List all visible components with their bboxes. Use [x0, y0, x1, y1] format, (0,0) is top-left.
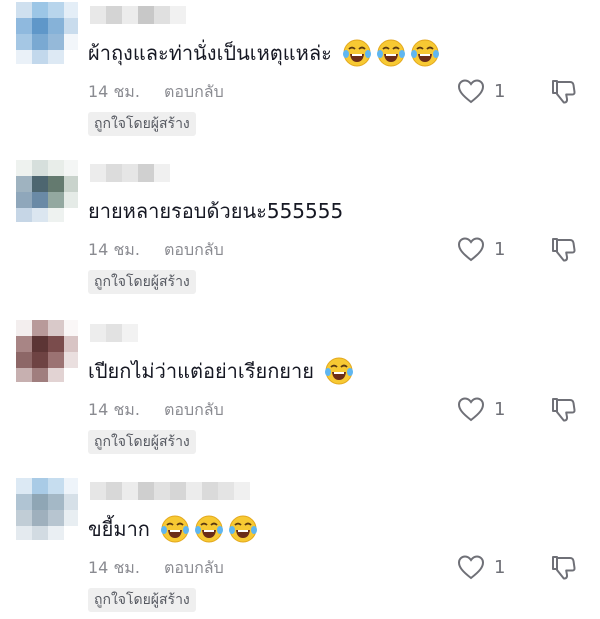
dislike-button[interactable]	[548, 552, 578, 582]
reply-button[interactable]: ตอบกลับ	[164, 80, 224, 105]
face-with-tears-of-joy-icon	[160, 515, 189, 543]
username-redacted[interactable]	[90, 6, 186, 26]
thumbs-down-icon	[552, 80, 576, 104]
comment-time: 14 ชม.	[88, 240, 140, 259]
thumbs-down-icon	[552, 398, 576, 422]
comment-text: ผ้าถุงและท่านั่งเป็นเหตุแหล่ะ	[88, 38, 440, 68]
liked-by-creator-badge: ถูกใจโดยผู้สร้าง	[88, 112, 196, 136]
comment-meta: 14 ชม. ตอบกลับ	[88, 238, 224, 263]
face-with-tears-of-joy-icon	[376, 39, 405, 67]
avatar[interactable]	[16, 160, 78, 222]
heart-icon	[457, 237, 485, 262]
reply-button[interactable]: ตอบกลับ	[164, 556, 224, 581]
like-button[interactable]: 1	[456, 76, 505, 106]
avatar[interactable]	[16, 320, 78, 382]
comment-text-content: ขยี้มาก	[88, 517, 150, 541]
thumbs-down-icon	[552, 556, 576, 580]
username-redacted[interactable]	[90, 324, 138, 344]
comment-meta: 14 ชม. ตอบกลับ	[88, 556, 224, 581]
like-button[interactable]: 1	[456, 234, 505, 264]
heart-icon	[457, 397, 485, 422]
emoji-group	[160, 514, 258, 544]
dislike-button[interactable]	[548, 394, 578, 424]
avatar[interactable]	[16, 2, 78, 64]
face-with-tears-of-joy-icon	[342, 39, 371, 67]
face-with-tears-of-joy-icon	[410, 39, 439, 67]
emoji-group	[324, 356, 354, 386]
username-redacted[interactable]	[90, 164, 170, 184]
dislike-button[interactable]	[548, 234, 578, 264]
dislike-button[interactable]	[548, 76, 578, 106]
avatar[interactable]	[16, 478, 78, 540]
comment-item: ยายหลายรอบด้วยนะ555555 14 ชม. ตอบกลับ ถู…	[0, 160, 600, 310]
heart-icon	[457, 79, 485, 104]
comment-meta: 14 ชม. ตอบกลับ	[88, 398, 224, 423]
like-count: 1	[494, 238, 506, 260]
comment-item: เปียกไม่ว่าแต่อย่าเรียกยาย 14 ชม. ตอบกลั…	[0, 320, 600, 470]
like-count: 1	[494, 556, 506, 578]
comment-item: ขยี้มาก 14 ชม. ตอบกลับ ถูกใจโดยผู้สร้าง …	[0, 478, 600, 619]
comment-text-content: ผ้าถุงและท่านั่งเป็นเหตุแหล่ะ	[88, 41, 332, 65]
like-count: 1	[494, 398, 506, 420]
username-redacted[interactable]	[90, 482, 250, 502]
thumbs-down-icon	[552, 238, 576, 262]
face-with-tears-of-joy-icon	[228, 515, 257, 543]
like-count: 1	[494, 80, 506, 102]
reply-button[interactable]: ตอบกลับ	[164, 238, 224, 263]
comment-text: ยายหลายรอบด้วยนะ555555	[88, 196, 343, 226]
emoji-group	[342, 38, 440, 68]
comment-meta: 14 ชม. ตอบกลับ	[88, 80, 224, 105]
comment-text: เปียกไม่ว่าแต่อย่าเรียกยาย	[88, 356, 354, 386]
liked-by-creator-badge: ถูกใจโดยผู้สร้าง	[88, 430, 196, 454]
reply-button[interactable]: ตอบกลับ	[164, 398, 224, 423]
comment-text-content: ยายหลายรอบด้วยนะ555555	[88, 199, 344, 223]
face-with-tears-of-joy-icon	[324, 357, 353, 385]
comment-text-content: เปียกไม่ว่าแต่อย่าเรียกยาย	[88, 359, 314, 383]
comment-time: 14 ชม.	[88, 558, 140, 577]
like-button[interactable]: 1	[456, 552, 505, 582]
comment-item: ผ้าถุงและท่านั่งเป็นเหตุแหล่ะ 14 ชม. ตอบ…	[0, 2, 600, 152]
face-with-tears-of-joy-icon	[194, 515, 223, 543]
heart-icon	[457, 555, 485, 580]
comment-time: 14 ชม.	[88, 400, 140, 419]
liked-by-creator-badge: ถูกใจโดยผู้สร้าง	[88, 270, 196, 294]
liked-by-creator-badge: ถูกใจโดยผู้สร้าง	[88, 588, 196, 612]
comment-time: 14 ชม.	[88, 82, 140, 101]
like-button[interactable]: 1	[456, 394, 505, 424]
comment-text: ขยี้มาก	[88, 514, 258, 544]
